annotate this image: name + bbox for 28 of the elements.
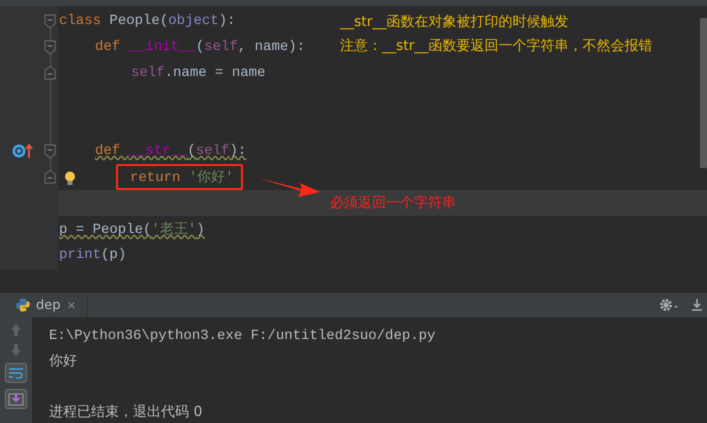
download-icon[interactable]	[691, 298, 703, 312]
code-line: def __init__(self, name):	[95, 39, 306, 55]
console-line: E:\Python36\python3.exe F:/untitled2suo/dep.py	[49, 328, 436, 344]
annotation-note: __str__函数在对象被打印的时候触发	[340, 13, 570, 31]
soft-wrap-icon[interactable]	[5, 363, 27, 383]
fold-marker-icon[interactable]	[44, 14, 56, 29]
fold-marker-icon[interactable]	[44, 40, 56, 55]
close-icon[interactable]: ×	[66, 298, 77, 312]
code-line: def __str__(self):	[95, 143, 246, 159]
settings-icon[interactable]	[659, 298, 679, 312]
code-line: self.name = name	[131, 65, 266, 81]
override-icon[interactable]	[12, 143, 34, 159]
callout-arrow	[258, 176, 320, 198]
code-line: class People(object):	[59, 13, 236, 29]
lightbulb-icon[interactable]	[64, 171, 76, 186]
python-icon	[16, 298, 30, 312]
console-line: 你好	[49, 352, 77, 370]
fold-marker-icon[interactable]	[44, 144, 56, 159]
code-line: return '你好'	[130, 169, 234, 186]
scroll-to-end-icon[interactable]	[5, 389, 27, 409]
scrollbar[interactable]	[700, 18, 707, 168]
code-line: p = People('老王')	[59, 220, 205, 238]
code-line: print(p)	[59, 247, 126, 263]
fold-marker-icon[interactable]	[44, 66, 56, 81]
annotation-note: 注意：__str__函数要返回一个字符串，不然会报错	[340, 37, 653, 55]
console-line: 进程已结束，退出代码 0	[49, 402, 202, 420]
fold-marker-icon[interactable]	[44, 170, 56, 185]
callout-note: 必须返回一个字符串	[330, 194, 456, 212]
